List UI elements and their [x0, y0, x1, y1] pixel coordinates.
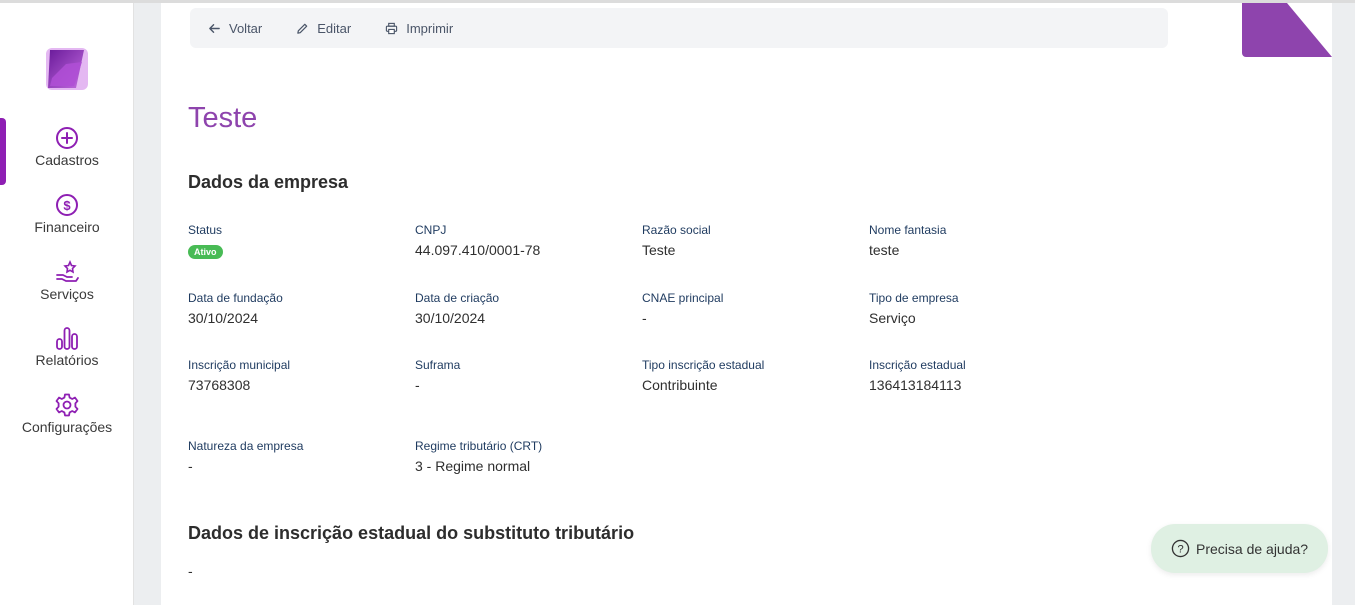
field-nome-fantasia: Nome fantasia teste: [869, 223, 1089, 258]
field-label: Inscrição municipal: [188, 358, 291, 372]
field-value: Contribuinte: [642, 377, 718, 393]
field-value: 30/10/2024: [188, 310, 259, 326]
field-label: Data de fundação: [188, 291, 283, 305]
help-label: Precisa de ajuda?: [1196, 540, 1309, 557]
section-title-company: Dados da empresa: [188, 172, 349, 192]
action-toolbar: Voltar Editar Imprimir: [190, 8, 1168, 48]
svg-text:?: ?: [1177, 544, 1183, 556]
field-status: Status Ativo: [188, 223, 408, 260]
field-value: teste: [869, 242, 900, 258]
field-label: Inscrição estadual: [869, 358, 966, 372]
field-tipo-empresa: Tipo de empresa Serviço: [869, 291, 1089, 326]
print-label: Imprimir: [406, 20, 454, 36]
question-circle-icon: ?: [1171, 539, 1190, 558]
field-inscricao-municipal: Inscrição municipal 73768308: [188, 358, 408, 393]
status-badge: Ativo: [188, 245, 223, 259]
sidebar-item-cadastros[interactable]: Cadastros: [0, 125, 134, 168]
field-data-criacao: Data de criação 30/10/2024: [415, 291, 635, 326]
sidebar-item-label: Cadastros: [35, 152, 99, 168]
field-value: -: [188, 458, 193, 474]
field-razao-social: Razão social Teste: [642, 223, 862, 258]
field-natureza-empresa: Natureza da empresa -: [188, 439, 408, 474]
pencil-icon: [297, 23, 308, 34]
field-value: 136413184113: [869, 377, 962, 393]
field-label: Nome fantasia: [869, 223, 947, 237]
sidebar: Cadastros $ Financeiro Serviços Relatóri…: [0, 3, 134, 605]
edit-button[interactable]: Editar: [296, 21, 351, 36]
field-value: Serviço: [869, 310, 916, 326]
sidebar-item-configuracoes[interactable]: Configurações: [0, 392, 134, 435]
sidebar-item-financeiro[interactable]: $ Financeiro: [0, 192, 134, 235]
app-logo[interactable]: [46, 48, 88, 90]
sidebar-item-label: Financeiro: [34, 219, 100, 235]
field-value: -: [642, 310, 647, 326]
page-title: Teste: [188, 102, 258, 134]
sidebar-item-relatorios[interactable]: Relatórios: [0, 325, 134, 368]
field-label: Data de criação: [415, 291, 500, 305]
field-value: 30/10/2024: [415, 310, 486, 326]
printer-icon: [386, 22, 398, 34]
field-value: -: [415, 377, 420, 393]
help-button[interactable]: ? Precisa de ajuda?: [1151, 524, 1328, 573]
field-label: CNAE principal: [642, 291, 724, 305]
field-data-fundacao: Data de fundação 30/10/2024: [188, 291, 408, 326]
field-cnpj: CNPJ 44.097.410/0001-78: [415, 223, 635, 258]
field-value: 3 - Regime normal: [415, 458, 531, 474]
field-label: Tipo inscrição estadual: [642, 358, 765, 372]
substitute-value: -: [188, 563, 193, 579]
sidebar-item-label: Serviços: [40, 286, 94, 302]
edit-label: Editar: [317, 20, 352, 36]
field-value: 73768308: [188, 377, 251, 393]
field-value: Teste: [642, 242, 676, 258]
field-label: Regime tributário (CRT): [415, 439, 543, 453]
field-regime-tributario: Regime tributário (CRT) 3 - Regime norma…: [415, 439, 635, 474]
field-cnae: CNAE principal -: [642, 291, 862, 326]
field-label: Tipo de empresa: [869, 291, 959, 305]
gear-icon: [54, 392, 80, 418]
main-panel: Voltar Editar Imprimir Teste Dados da em…: [161, 3, 1332, 605]
back-button[interactable]: Voltar: [208, 21, 262, 36]
sidebar-item-label: Configurações: [21, 419, 113, 435]
svg-text:$: $: [63, 198, 71, 213]
sidebar-item-servicos[interactable]: Serviços: [0, 259, 134, 302]
field-inscricao-estadual: Inscrição estadual 136413184113: [869, 358, 1089, 393]
bar-chart-icon: [54, 325, 80, 351]
sidebar-item-label: Relatórios: [35, 352, 99, 368]
field-label: CNPJ: [415, 223, 447, 237]
arrow-left-icon: [209, 23, 220, 33]
field-label: Status: [188, 223, 223, 237]
field-label: Suframa: [415, 358, 461, 372]
dollar-circle-icon: $: [54, 192, 80, 218]
plus-circle-icon: [54, 125, 80, 151]
field-suframa: Suframa -: [415, 358, 635, 393]
back-label: Voltar: [229, 20, 263, 36]
section-title-substitute: Dados de inscrição estadual do substitut…: [188, 523, 635, 543]
field-tipo-inscricao-estadual: Tipo inscrição estadual Contribuinte: [642, 358, 862, 393]
field-label: Natureza da empresa: [188, 439, 304, 453]
hand-star-icon: [54, 259, 80, 285]
field-label: Razão social: [642, 223, 711, 237]
print-button[interactable]: Imprimir: [385, 21, 453, 36]
field-value: 44.097.410/0001-78: [415, 242, 541, 258]
